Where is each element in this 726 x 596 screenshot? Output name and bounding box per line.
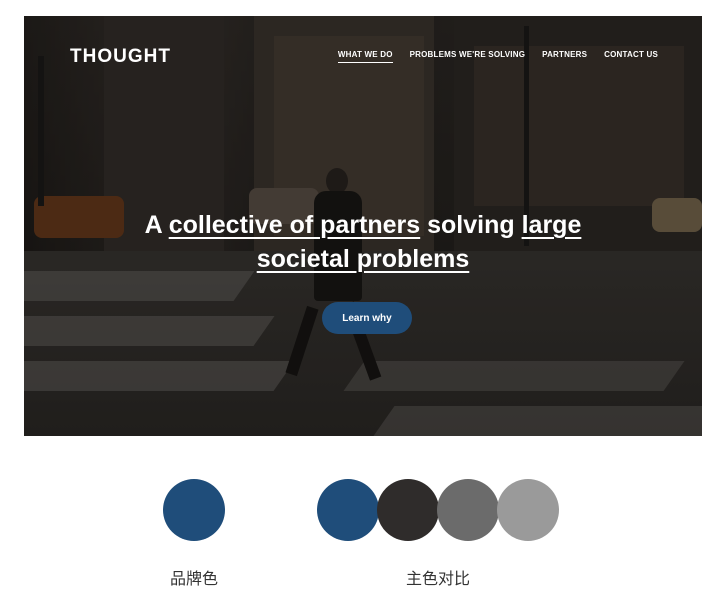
headline-text: solving — [420, 211, 522, 239]
contrast-swatch-gray — [437, 479, 499, 541]
nav-partners[interactable]: PARTNERS — [542, 50, 587, 63]
contrast-swatch-light — [497, 479, 559, 541]
contrast-swatch-dark — [377, 479, 439, 541]
headline-link-societal[interactable]: societal problems — [257, 245, 470, 273]
hero-headline: A collective of partners solving large s… — [24, 208, 702, 276]
top-nav: THOUGHT WHAT WE DO PROBLEMS WE'RE SOLVIN… — [24, 16, 702, 96]
nav-what-we-do[interactable]: WHAT WE DO — [337, 50, 393, 63]
headline-text: A — [144, 211, 169, 239]
learn-why-button[interactable]: Learn why — [322, 302, 412, 334]
site-logo[interactable]: THOUGHT — [70, 46, 171, 68]
brand-color-caption: 品牌色 — [169, 569, 218, 588]
contrast-swatch-brand — [317, 479, 379, 541]
headline-link-large[interactable]: large — [522, 211, 582, 239]
contrast-caption: 主色对比 — [405, 569, 470, 588]
headline-link-collective[interactable]: collective of partners — [169, 211, 420, 239]
brand-color-swatch — [163, 479, 225, 541]
hero-banner: THOUGHT WHAT WE DO PROBLEMS WE'RE SOLVIN… — [24, 16, 702, 436]
nav-contact[interactable]: CONTACT US — [604, 50, 658, 63]
nav-problems[interactable]: PROBLEMS WE'RE SOLVING — [410, 50, 526, 63]
nav-menu: WHAT WE DO PROBLEMS WE'RE SOLVING PARTNE… — [337, 50, 658, 63]
